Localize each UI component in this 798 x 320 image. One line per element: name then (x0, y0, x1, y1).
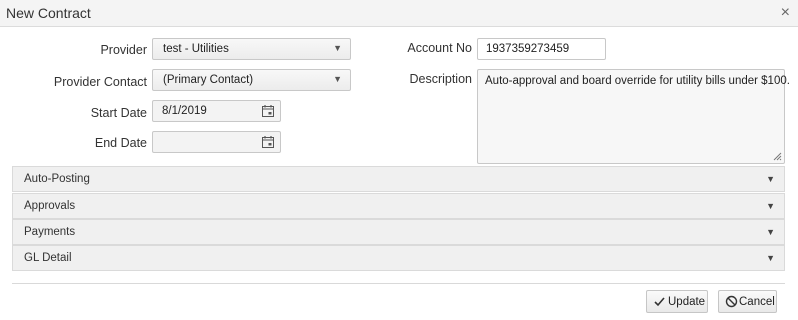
end-date-field[interactable] (152, 131, 281, 153)
provider-value: test - Utilities (163, 43, 229, 55)
description-label: Description (409, 72, 472, 86)
provider-select[interactable]: test - Utilities ▼ (152, 38, 351, 60)
provider-contact-value: (Primary Contact) (163, 74, 254, 86)
account-no-value: 1937359273459 (486, 43, 570, 55)
update-label: Update (668, 296, 706, 308)
calendar-icon[interactable] (261, 135, 275, 149)
chevron-down-icon: ▼ (333, 43, 342, 53)
chevron-down-icon: ▼ (766, 174, 775, 184)
provider-contact-select[interactable]: (Primary Contact) ▼ (152, 69, 351, 91)
section-auto-posting[interactable]: Auto-Posting ▼ (12, 166, 785, 192)
update-button[interactable]: Update (646, 290, 708, 313)
provider-contact-label: Provider Contact (53, 75, 147, 89)
section-label: Approvals (24, 200, 76, 212)
dialog-title: New Contract (6, 5, 91, 21)
section-label: Auto-Posting (24, 173, 90, 185)
start-date-value: 8/1/2019 (162, 105, 207, 117)
start-date-label: Start Date (90, 106, 147, 120)
description-field[interactable]: Auto-approval and board override for uti… (477, 69, 790, 164)
section-label: GL Detail (24, 252, 72, 264)
close-icon[interactable]: × (781, 5, 790, 21)
description-value: Auto-approval and board override for uti… (485, 75, 790, 87)
chevron-down-icon: ▼ (766, 253, 775, 263)
chevron-down-icon: ▼ (766, 201, 775, 211)
account-no-label: Account No (407, 41, 472, 55)
section-approvals[interactable]: Approvals ▼ (12, 193, 785, 219)
provider-label: Provider (100, 43, 147, 57)
resize-grip-icon[interactable] (772, 151, 782, 161)
cancel-icon (725, 295, 738, 308)
cancel-button[interactable]: Cancel (718, 290, 777, 313)
end-date-label: End Date (94, 136, 147, 150)
chevron-down-icon: ▼ (333, 74, 342, 84)
section-gl-detail[interactable]: GL Detail ▼ (12, 245, 785, 271)
account-no-field[interactable]: 1937359273459 (477, 38, 606, 60)
calendar-icon[interactable] (261, 104, 275, 118)
section-payments[interactable]: Payments ▼ (12, 219, 785, 245)
section-label: Payments (24, 226, 76, 238)
start-date-field[interactable]: 8/1/2019 (152, 100, 281, 122)
dialog-titlebar: New Contract × (0, 0, 798, 27)
check-icon (654, 297, 665, 307)
chevron-down-icon: ▼ (766, 227, 775, 237)
footer-divider (12, 283, 785, 284)
cancel-label: Cancel (739, 296, 775, 308)
